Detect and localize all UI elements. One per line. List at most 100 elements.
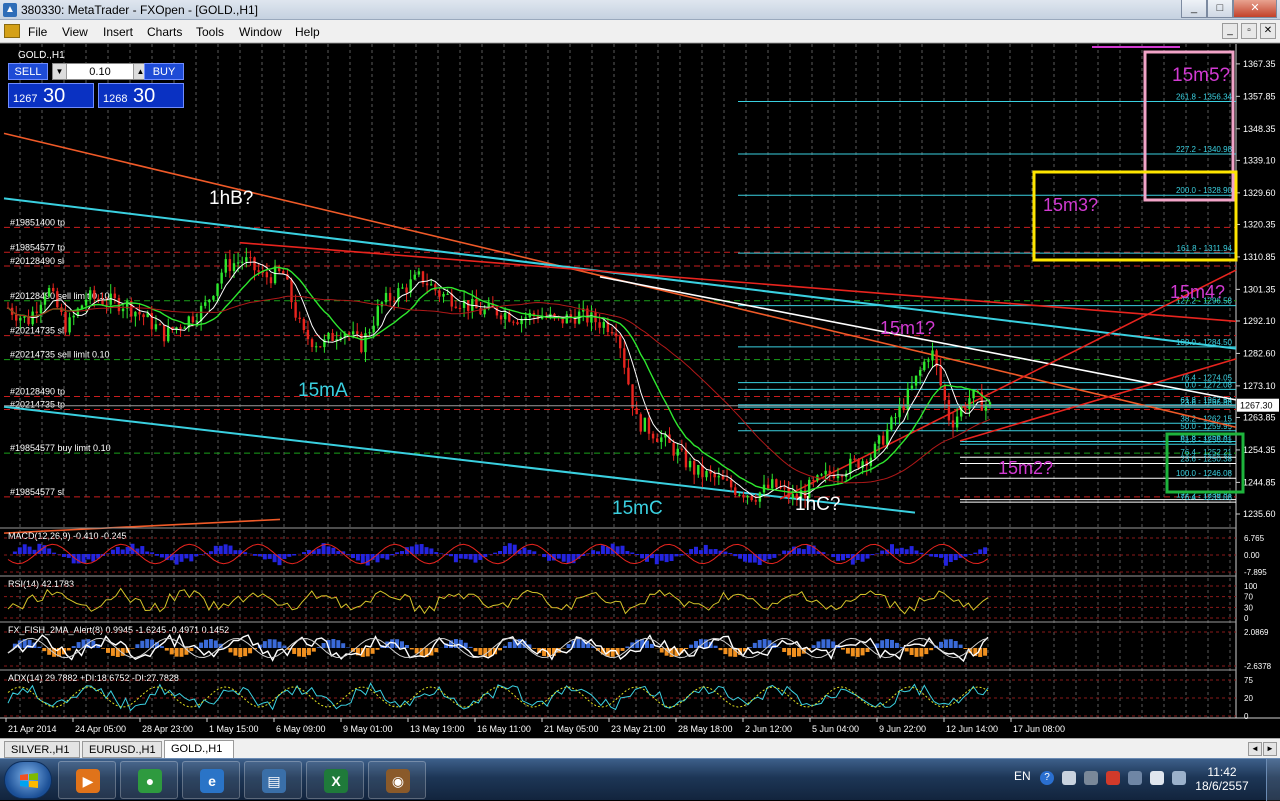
macd-histogram-bar <box>674 554 678 556</box>
macd-histogram-bar <box>562 554 566 562</box>
fish-histogram-bar <box>233 648 237 656</box>
fish-histogram-bar <box>797 648 801 656</box>
fish-histogram-bar <box>410 648 414 649</box>
taskbar-app-eagle-button[interactable]: ◉ <box>368 761 426 799</box>
candle-body <box>204 302 206 306</box>
gold-h1-chart[interactable]: GOLD.,H11367.351357.851348.351339.101329… <box>0 44 1280 739</box>
tab-gold-h1[interactable]: GOLD.,H1 <box>164 740 234 759</box>
system-clock[interactable]: 11:42 18/6/2557 <box>1192 765 1252 793</box>
price-scale-label: 1282.60 <box>1243 348 1276 358</box>
trend-line[interactable] <box>600 277 1236 400</box>
macd-histogram-bar <box>689 549 693 554</box>
fibonacci-level-label: 161.8 - 1311.94 <box>1177 244 1233 253</box>
tab-scroll-right-button[interactable]: ► <box>1263 742 1277 756</box>
trend-line[interactable] <box>240 243 1236 322</box>
fish-histogram-bar <box>135 644 139 648</box>
candle-body <box>270 277 272 283</box>
menu-file[interactable]: File <box>28 25 47 39</box>
help-icon[interactable]: ? <box>1040 771 1054 785</box>
macd-histogram-bar <box>890 544 894 554</box>
macd-histogram-bar <box>625 551 629 554</box>
fish-histogram-bar <box>400 641 404 648</box>
macd-histogram-bar <box>954 554 958 560</box>
chart-close-button[interactable]: ✕ <box>1260 23 1276 39</box>
candle-body <box>179 327 181 329</box>
tab-scroll-left-button[interactable]: ◄ <box>1248 742 1262 756</box>
chart-restore-button[interactable]: ▫ <box>1241 23 1257 39</box>
fish-histogram-bar <box>939 642 943 648</box>
rsi-level-label: 0 <box>1244 614 1249 623</box>
macd-histogram-bar <box>331 548 335 554</box>
macd-histogram-bar <box>807 545 811 554</box>
wave-label-1hb: 1hB? <box>209 188 253 209</box>
start-button[interactable] <box>4 761 52 799</box>
tray-speaker-icon[interactable] <box>1150 771 1164 785</box>
tray-flag-icon[interactable] <box>1106 771 1120 785</box>
menu-window[interactable]: Window <box>239 25 282 39</box>
fish-histogram-bar <box>248 648 252 653</box>
chart-minimize-button[interactable]: _ <box>1222 23 1238 39</box>
menu-help[interactable]: Help <box>295 25 320 39</box>
clock-date: 18/6/2557 <box>1192 779 1252 793</box>
fish-histogram-bar <box>165 648 169 651</box>
minimize-button[interactable]: _ <box>1181 0 1207 18</box>
candle-body <box>393 301 395 302</box>
candle-body <box>849 459 851 474</box>
buy-button[interactable]: BUY <box>144 63 184 80</box>
candle-body <box>886 430 888 445</box>
tray-settings-icon[interactable] <box>1084 771 1098 785</box>
menu-view[interactable]: View <box>62 25 88 39</box>
candle-body <box>726 479 728 480</box>
macd-histogram-bar <box>23 544 27 554</box>
fish-histogram-bar <box>307 648 311 655</box>
wave-label-1hc: 1hC? <box>795 494 840 515</box>
fish-histogram-bar <box>37 647 41 648</box>
show-desktop-button[interactable] <box>1266 759 1280 801</box>
menu-insert[interactable]: Insert <box>103 25 133 39</box>
taskbar-internet-explorer-button[interactable]: e <box>182 761 240 799</box>
fish-histogram-bar <box>851 648 855 656</box>
menu-tools[interactable]: Tools <box>196 25 224 39</box>
candle-body <box>874 444 876 458</box>
macd-histogram-bar <box>439 553 443 554</box>
tab-silver-h1[interactable]: SILVER.,H1 <box>4 741 80 758</box>
sell-button[interactable]: SELL <box>8 63 48 80</box>
time-axis-label: 2 Jun 12:00 <box>745 724 792 734</box>
lot-size-input[interactable]: ▼ 0.10 ▲ <box>52 63 148 80</box>
tray-network-icon[interactable] <box>1128 771 1142 785</box>
windows-logo-icon <box>19 772 39 790</box>
fish-histogram-bar <box>576 639 580 648</box>
taskbar-excel-button[interactable]: X <box>306 761 364 799</box>
candle-body <box>23 316 25 317</box>
language-indicator[interactable]: EN <box>1014 769 1031 783</box>
fish-histogram-bar <box>106 648 110 653</box>
tray-arrow-icon[interactable] <box>1062 771 1076 785</box>
menu-charts[interactable]: Charts <box>147 25 182 39</box>
chart-window[interactable]: GOLD.,H11367.351357.851348.351339.101329… <box>0 43 1280 738</box>
sell-price-button[interactable]: 1267 30 <box>8 83 94 108</box>
candle-body <box>405 288 407 293</box>
fish-histogram-bar <box>792 648 796 657</box>
close-button[interactable]: ✕ <box>1233 0 1277 18</box>
chart-window-icon[interactable] <box>4 24 20 38</box>
fish-histogram-bar <box>782 648 786 652</box>
macd-histogram-bar <box>601 545 605 554</box>
tray-power-icon[interactable] <box>1172 771 1186 785</box>
buy-price-button[interactable]: 1268 30 <box>98 83 184 108</box>
maximize-button[interactable]: □ <box>1207 0 1233 18</box>
macd-histogram-bar <box>596 551 600 554</box>
rsi-level-label: 100 <box>1244 582 1258 591</box>
taskbar-media-player-button[interactable]: ▶ <box>58 761 116 799</box>
fish-histogram-bar <box>723 648 727 654</box>
lot-decrease-button[interactable]: ▼ <box>53 64 67 79</box>
taskbar-metatrader-button[interactable]: ▤ <box>244 761 302 799</box>
candle-body <box>212 296 214 300</box>
fish-histogram-bar <box>910 648 914 655</box>
taskbar-chrome-button[interactable]: ● <box>120 761 178 799</box>
candle-body <box>430 284 432 285</box>
macd-histogram-bar <box>111 550 115 554</box>
candle-body <box>327 333 329 339</box>
tab-eurusd-h1[interactable]: EURUSD.,H1 <box>82 741 162 758</box>
macd-histogram-bar <box>415 545 419 554</box>
fish-histogram-bar <box>170 648 174 654</box>
